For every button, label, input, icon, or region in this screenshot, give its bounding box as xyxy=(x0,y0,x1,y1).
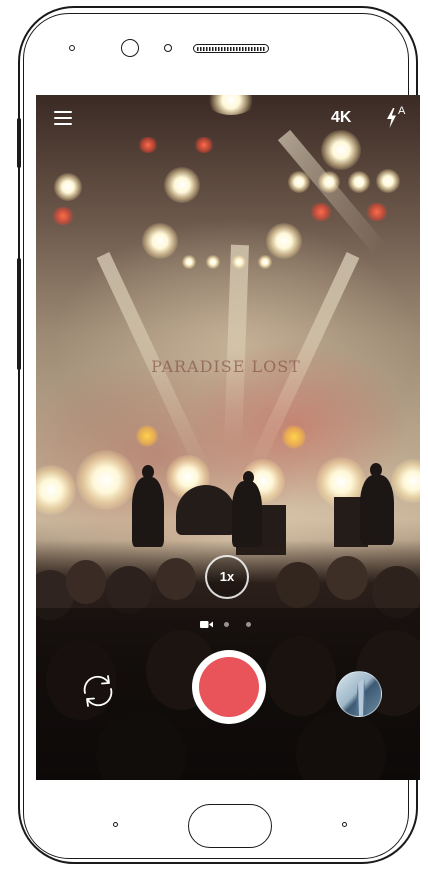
back-key-dot xyxy=(113,822,118,827)
stage-light xyxy=(138,137,158,153)
zoom-button[interactable]: 1x xyxy=(205,555,249,599)
video-camera-icon[interactable] xyxy=(200,620,213,629)
mode-selector[interactable] xyxy=(200,619,260,631)
home-button[interactable] xyxy=(188,804,272,848)
flash-auto-icon[interactable]: A xyxy=(385,105,409,129)
camera-screen: PARADISE LOST 4K A 1x xyxy=(36,95,420,780)
flash-mode-label: A xyxy=(398,105,406,117)
stage-light xyxy=(52,207,74,225)
band-backdrop: PARADISE LOST xyxy=(151,357,301,376)
resolution-toggle[interactable]: 4K xyxy=(331,109,351,127)
hamburger-menu-icon[interactable] xyxy=(54,111,72,125)
stage-light xyxy=(232,255,246,269)
proximity-sensor xyxy=(164,44,172,52)
earpiece-speaker xyxy=(193,44,269,53)
stage-light xyxy=(164,167,200,203)
stage-light xyxy=(376,169,400,193)
front-camera xyxy=(121,39,139,57)
recents-key-dot xyxy=(342,822,347,827)
mode-dot-other[interactable] xyxy=(246,622,251,627)
stage-light xyxy=(288,171,310,193)
stage-light xyxy=(366,203,388,221)
musician xyxy=(232,481,262,547)
stage-light xyxy=(136,425,158,447)
switch-camera-icon[interactable] xyxy=(78,671,118,711)
crowd-head xyxy=(326,556,368,600)
volume-down-button xyxy=(17,258,21,370)
stage-light xyxy=(266,223,302,259)
volume-up-button xyxy=(17,118,21,168)
musician xyxy=(360,475,394,545)
sensor-dot xyxy=(69,45,75,51)
crowd-head xyxy=(276,562,320,608)
stage-light xyxy=(54,173,82,201)
gallery-thumbnail[interactable] xyxy=(336,671,382,717)
stage-light xyxy=(310,203,332,221)
stage-light xyxy=(318,171,340,193)
stage-light xyxy=(258,255,272,269)
record-button[interactable] xyxy=(192,650,266,724)
stage-light xyxy=(206,255,220,269)
crowd-head xyxy=(106,566,152,614)
stage-light xyxy=(194,137,214,153)
crowd-head xyxy=(156,558,196,600)
stage-light xyxy=(282,425,306,449)
crowd-head xyxy=(66,560,106,604)
musician xyxy=(132,477,164,547)
stage-light xyxy=(76,450,136,510)
stage-light xyxy=(348,171,370,193)
stage-light xyxy=(321,130,361,170)
stage-light xyxy=(182,255,196,269)
record-button-center xyxy=(199,657,259,717)
mode-dot-photo[interactable] xyxy=(224,622,229,627)
stage-light xyxy=(142,223,178,259)
